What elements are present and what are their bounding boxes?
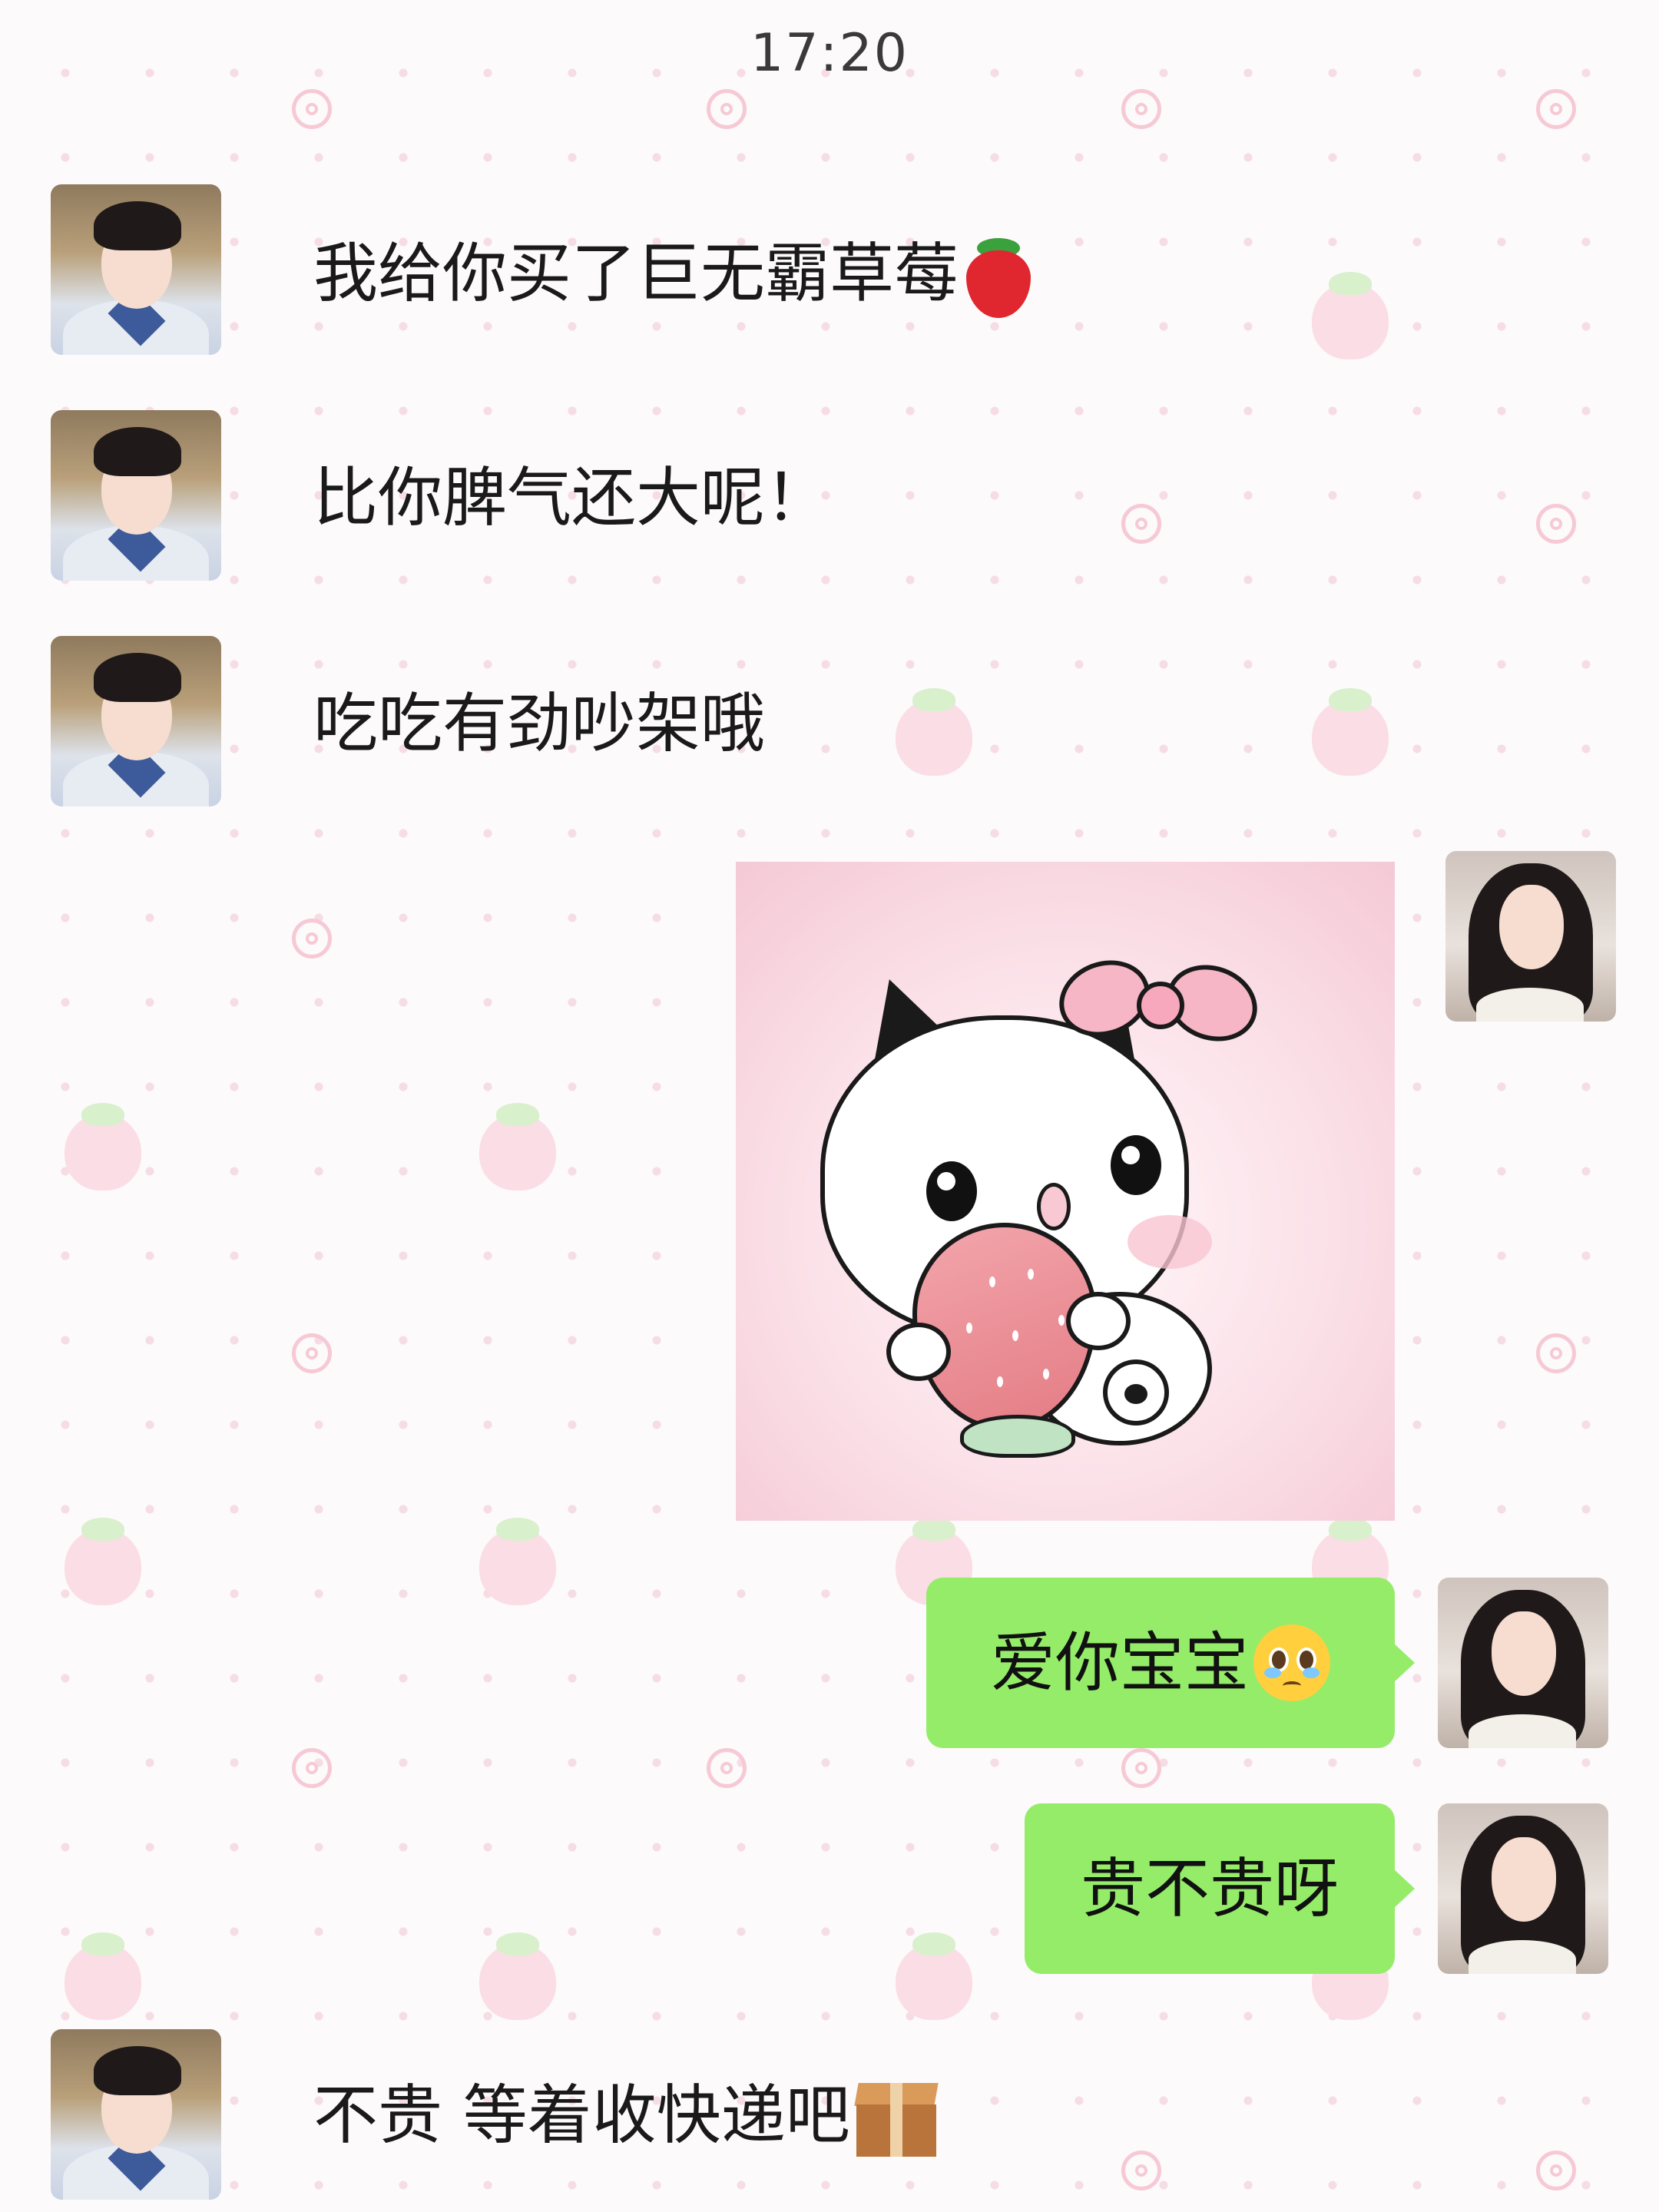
wallpaper-swirl — [292, 89, 332, 129]
wallpaper-swirl — [1121, 504, 1161, 544]
contact-avatar[interactable] — [51, 636, 221, 806]
wallpaper-strawberry — [65, 1929, 141, 2020]
wallpaper-strawberry — [1312, 269, 1389, 359]
wallpaper-swirl — [1536, 89, 1576, 129]
wallpaper-strawberry — [479, 1929, 556, 2020]
wallpaper-strawberry — [65, 1515, 141, 1605]
wallpaper-strawberry — [896, 1929, 972, 2020]
wallpaper-swirl — [1121, 89, 1161, 129]
wallpaper-swirl — [292, 1748, 332, 1788]
wallpaper-swirl — [1536, 2151, 1576, 2190]
message-text: 我给你买了巨无霸草莓 — [313, 238, 1034, 318]
contact-avatar[interactable] — [51, 410, 221, 581]
strawberry-emoji — [963, 238, 1034, 318]
my-avatar[interactable] — [1438, 1578, 1608, 1748]
kitten-strawberry-sticker[interactable] — [736, 862, 1395, 1521]
sticker-paw — [1103, 1359, 1169, 1426]
wallpaper-strawberry — [479, 1100, 556, 1190]
wallpaper-strawberry — [1312, 685, 1389, 776]
my-avatar[interactable] — [1438, 1803, 1608, 1974]
pleading-face-emoji — [1253, 1624, 1330, 1701]
message-bubble-outgoing[interactable]: 贵不贵呀 — [1025, 1803, 1415, 1974]
wallpaper-strawberry — [479, 1515, 556, 1605]
wallpaper-swirl — [707, 89, 747, 129]
message-text: 爱你宝宝 — [990, 1625, 1249, 1700]
wallpaper-swirl — [1536, 504, 1576, 544]
package-emoji — [854, 2083, 939, 2157]
wallpaper-swirl — [1536, 1333, 1576, 1373]
my-avatar[interactable] — [1445, 851, 1616, 1022]
contact-avatar[interactable] — [51, 2029, 221, 2200]
message-bubble-outgoing[interactable]: 爱你宝宝 — [926, 1578, 1415, 1748]
wallpaper-strawberry — [65, 1100, 141, 1190]
message-text: 贵不贵呀 — [1080, 1851, 1339, 1926]
message-text: 比你脾气还大呢！ — [313, 460, 830, 535]
contact-avatar[interactable] — [51, 184, 221, 355]
message-text: 不贵 等着收快递吧 — [313, 2083, 939, 2157]
wallpaper-swirl — [292, 919, 332, 959]
message-text: 吃吃有劲吵架哦 — [313, 686, 766, 761]
wallpaper-swirl — [707, 1748, 747, 1788]
wallpaper-swirl — [292, 1333, 332, 1373]
wallpaper-swirl — [1121, 1748, 1161, 1788]
status-bar-time: 17:20 — [750, 23, 909, 84]
wallpaper-strawberry — [896, 685, 972, 776]
wallpaper-swirl — [1121, 2151, 1161, 2190]
